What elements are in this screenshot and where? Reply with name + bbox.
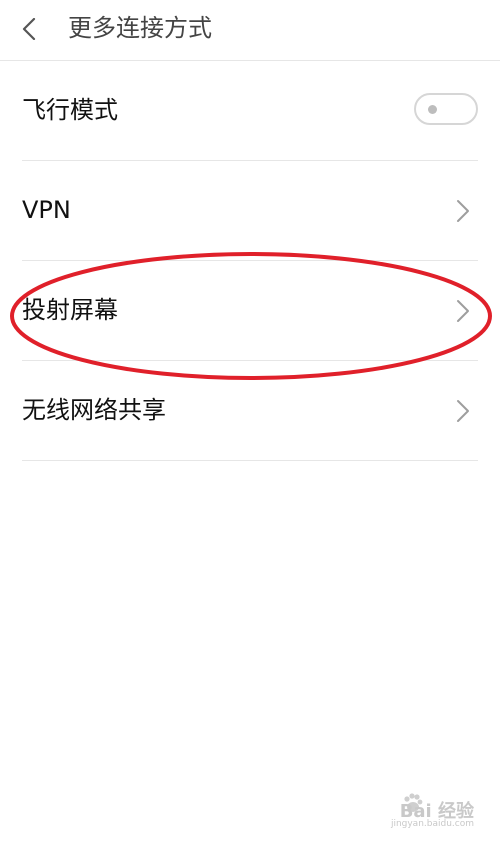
watermark: Bai 经验 jingyan.baidu.com — [364, 793, 474, 833]
back-button[interactable] — [10, 8, 54, 48]
page-title: 更多连接方式 — [68, 14, 212, 42]
row-airplane-mode[interactable]: 飞行模式 — [0, 61, 500, 161]
chevron-right-icon — [457, 300, 469, 322]
row-vpn[interactable]: VPN — [0, 161, 500, 261]
row-wifi-hotspot[interactable]: 无线网络共享 — [0, 361, 500, 461]
toggle-knob — [428, 105, 437, 114]
watermark-url: jingyan.baidu.com — [390, 819, 474, 829]
screen: 更多连接方式 飞行模式 VPN 投射屏幕 无线网络共享 Bai 经验 jingy… — [0, 0, 500, 853]
divider — [22, 460, 478, 461]
row-cast-screen[interactable]: 投射屏幕 — [0, 261, 500, 361]
settings-list: 飞行模式 VPN 投射屏幕 无线网络共享 — [0, 61, 500, 461]
chevron-right-icon — [457, 400, 469, 422]
chevron-right-icon — [457, 200, 469, 222]
row-label-vpn: VPN — [22, 196, 71, 224]
row-label-wifi-hotspot: 无线网络共享 — [22, 396, 166, 424]
header-bar: 更多连接方式 — [0, 0, 500, 61]
chevron-left-icon — [22, 18, 36, 40]
row-label-airplane-mode: 飞行模式 — [22, 96, 118, 124]
airplane-mode-toggle[interactable] — [414, 93, 478, 125]
row-label-cast-screen: 投射屏幕 — [22, 296, 118, 324]
